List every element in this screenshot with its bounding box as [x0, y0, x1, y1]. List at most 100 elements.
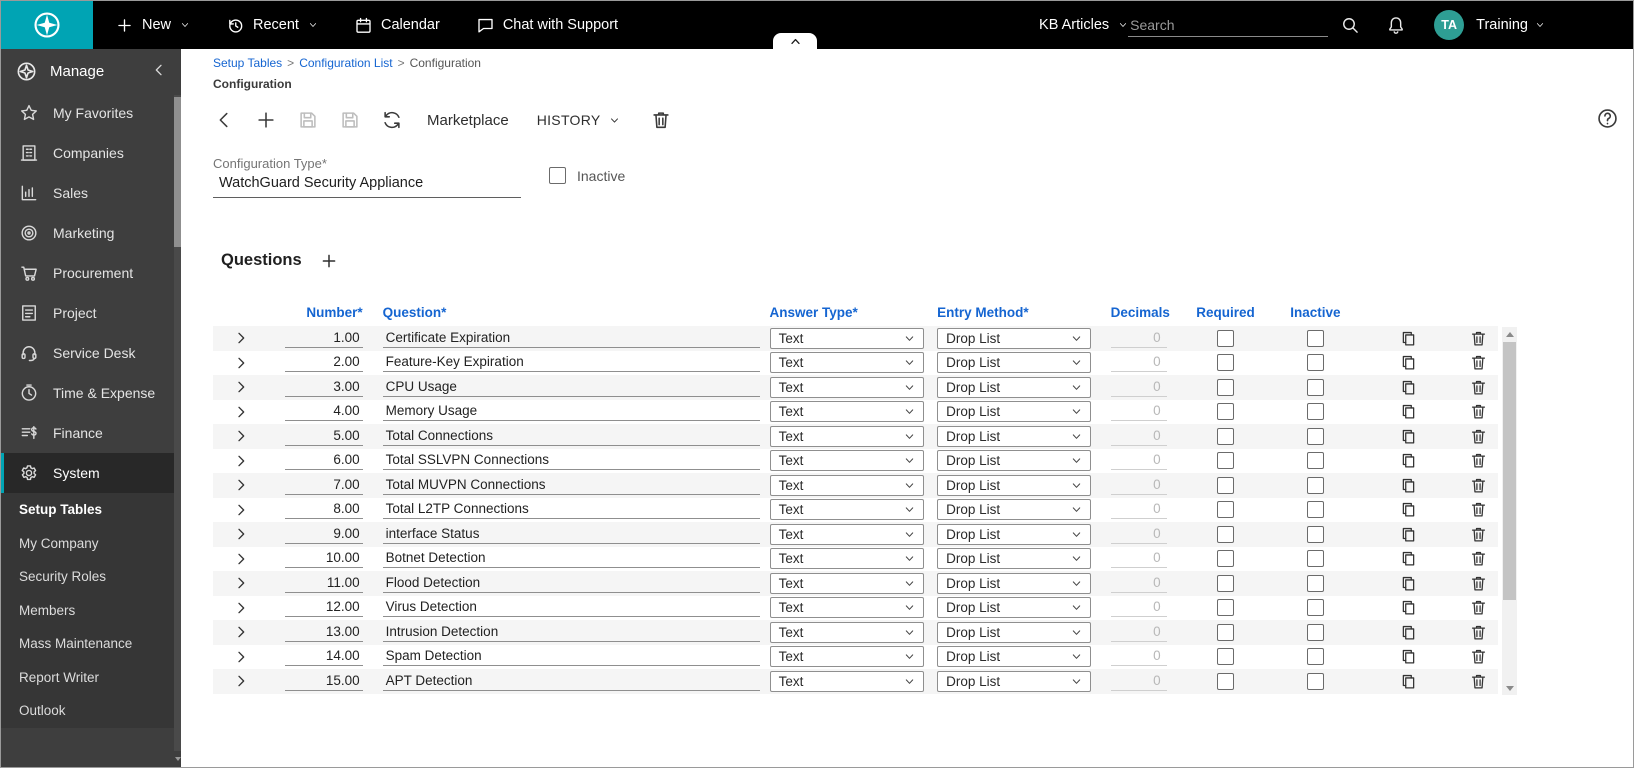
required-checkbox[interactable] — [1217, 673, 1234, 690]
sidebar-item-finance[interactable]: Finance — [1, 413, 181, 453]
delete-icon[interactable] — [1469, 476, 1488, 495]
answer-type-select[interactable]: Text — [770, 646, 925, 667]
search-icon[interactable] — [1340, 15, 1360, 35]
required-checkbox[interactable] — [1217, 452, 1234, 469]
refresh-button[interactable] — [381, 109, 403, 131]
question-field[interactable]: interface Status — [383, 525, 760, 544]
copy-icon[interactable] — [1399, 500, 1418, 519]
required-checkbox[interactable] — [1217, 501, 1234, 518]
calendar-button[interactable]: Calendar — [354, 16, 440, 35]
inactive-checkbox[interactable] — [1307, 599, 1324, 616]
row-expander[interactable] — [233, 404, 249, 420]
inactive-checkbox[interactable] — [1307, 452, 1324, 469]
answer-type-select[interactable]: Text — [770, 622, 925, 643]
question-field[interactable]: CPU Usage — [383, 378, 760, 397]
number-field[interactable]: 10.00 — [285, 549, 363, 568]
answer-type-select[interactable]: Text — [770, 426, 925, 447]
collapse-topbar-button[interactable] — [773, 33, 817, 49]
copy-icon[interactable] — [1399, 549, 1418, 568]
brand-logo[interactable] — [1, 1, 93, 49]
sidebar-item-my-favorites[interactable]: My Favorites — [1, 93, 181, 133]
number-field[interactable]: 7.00 — [285, 476, 363, 495]
delete-icon[interactable] — [1469, 500, 1488, 519]
sidebar-item-marketing[interactable]: Marketing — [1, 213, 181, 253]
question-field[interactable]: APT Detection — [383, 672, 760, 691]
entry-method-select[interactable]: Drop List — [937, 328, 1091, 349]
question-field[interactable]: Spam Detection — [383, 647, 760, 666]
required-checkbox[interactable] — [1217, 599, 1234, 616]
number-field[interactable]: 12.00 — [285, 598, 363, 617]
required-checkbox[interactable] — [1217, 550, 1234, 567]
row-expander[interactable] — [233, 355, 249, 371]
copy-icon[interactable] — [1399, 329, 1418, 348]
question-field[interactable]: Total MUVPN Connections — [383, 476, 760, 495]
save-button[interactable] — [297, 109, 319, 131]
inactive-checkbox[interactable] — [549, 167, 566, 184]
delete-record-button[interactable] — [650, 109, 672, 131]
number-field[interactable]: 3.00 — [285, 378, 363, 397]
recent-menu[interactable]: Recent — [226, 16, 318, 35]
collapse-sidebar-button[interactable] — [151, 62, 169, 80]
row-expander[interactable] — [233, 526, 249, 542]
answer-type-select[interactable]: Text — [770, 352, 925, 373]
row-expander[interactable] — [233, 477, 249, 493]
number-field[interactable]: 1.00 — [285, 329, 363, 348]
row-expander[interactable] — [233, 649, 249, 665]
answer-type-select[interactable]: Text — [770, 499, 925, 520]
delete-icon[interactable] — [1469, 402, 1488, 421]
inactive-checkbox[interactable] — [1307, 575, 1324, 592]
inactive-checkbox[interactable] — [1307, 403, 1324, 420]
question-field[interactable]: Intrusion Detection — [383, 623, 760, 642]
kb-articles-menu[interactable]: KB Articles — [1039, 17, 1128, 33]
sidebar-item-companies[interactable]: Companies — [1, 133, 181, 173]
number-field[interactable]: 13.00 — [285, 623, 363, 642]
row-expander[interactable] — [233, 428, 249, 444]
entry-method-select[interactable]: Drop List — [937, 475, 1091, 496]
delete-icon[interactable] — [1469, 598, 1488, 617]
row-expander[interactable] — [233, 330, 249, 346]
question-field[interactable]: Virus Detection — [383, 598, 760, 617]
required-checkbox[interactable] — [1217, 354, 1234, 371]
sidebar-item-project[interactable]: Project — [1, 293, 181, 333]
breadcrumb-configuration-list[interactable]: Configuration List — [299, 56, 392, 70]
required-checkbox[interactable] — [1217, 330, 1234, 347]
inactive-checkbox[interactable] — [1307, 330, 1324, 347]
delete-icon[interactable] — [1469, 549, 1488, 568]
copy-icon[interactable] — [1399, 353, 1418, 372]
inactive-checkbox[interactable] — [1307, 673, 1324, 690]
required-checkbox[interactable] — [1217, 379, 1234, 396]
row-expander[interactable] — [233, 673, 249, 689]
question-field[interactable]: Flood Detection — [383, 574, 760, 593]
delete-icon[interactable] — [1469, 574, 1488, 593]
breadcrumb-setup-tables[interactable]: Setup Tables — [213, 56, 282, 70]
copy-icon[interactable] — [1399, 451, 1418, 470]
entry-method-select[interactable]: Drop List — [937, 401, 1091, 422]
number-field[interactable]: 5.00 — [285, 427, 363, 446]
answer-type-select[interactable]: Text — [770, 671, 925, 692]
required-checkbox[interactable] — [1217, 575, 1234, 592]
entry-method-select[interactable]: Drop List — [937, 671, 1091, 692]
inactive-checkbox[interactable] — [1307, 379, 1324, 396]
entry-method-select[interactable]: Drop List — [937, 377, 1091, 398]
search-input[interactable] — [1130, 17, 1326, 33]
sidebar-item-service-desk[interactable]: Service Desk — [1, 333, 181, 373]
back-button[interactable] — [213, 109, 235, 131]
answer-type-select[interactable]: Text — [770, 597, 925, 618]
required-checkbox[interactable] — [1217, 526, 1234, 543]
number-field[interactable]: 2.00 — [285, 353, 363, 372]
sidebar-subitem-report-writer[interactable]: Report Writer — [1, 661, 181, 695]
add-button[interactable] — [255, 109, 277, 131]
chat-with-support-button[interactable]: Chat with Support — [476, 16, 618, 35]
number-field[interactable]: 4.00 — [285, 402, 363, 421]
question-field[interactable]: Certificate Expiration — [383, 329, 760, 348]
sidebar-item-procurement[interactable]: Procurement — [1, 253, 181, 293]
delete-icon[interactable] — [1469, 378, 1488, 397]
copy-icon[interactable] — [1399, 574, 1418, 593]
copy-icon[interactable] — [1399, 525, 1418, 544]
sidebar-scroll-down-icon[interactable] — [174, 753, 181, 765]
answer-type-select[interactable]: Text — [770, 328, 925, 349]
sidebar-subitem-members[interactable]: Members — [1, 594, 181, 628]
answer-type-select[interactable]: Text — [770, 401, 925, 422]
required-checkbox[interactable] — [1217, 428, 1234, 445]
sidebar-item-system[interactable]: System — [1, 453, 181, 493]
